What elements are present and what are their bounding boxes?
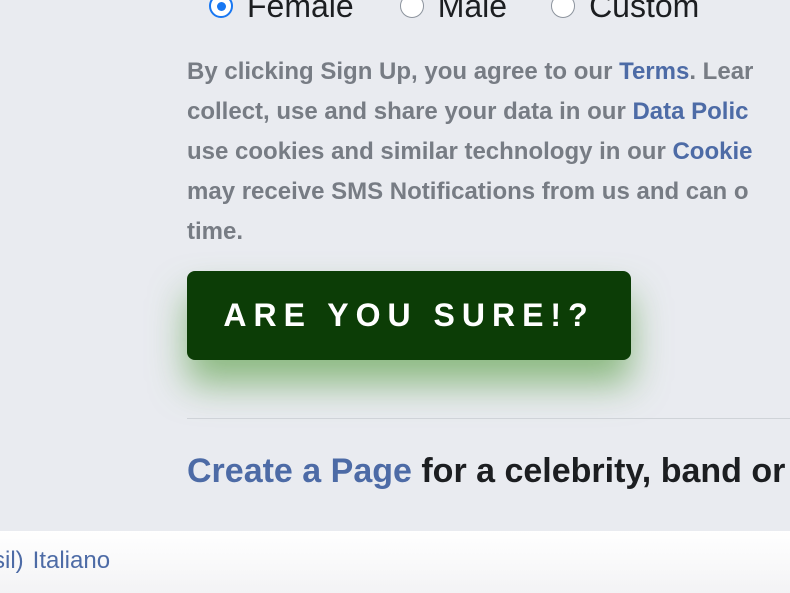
gender-option-male[interactable]: Male — [399, 0, 508, 26]
terms-line-4: may receive SMS Notifications from us an… — [187, 178, 749, 205]
create-page-line: Create a Page for a celebrity, band or — [187, 449, 785, 493]
terms-text: By clicking Sign Up, you agree to our — [187, 58, 620, 85]
terms-text: collect, use and share your data in our — [187, 98, 633, 125]
gender-option-custom[interactable]: Custom — [551, 0, 699, 26]
terms-line-1: By clicking Sign Up, you agree to our Te… — [187, 52, 790, 92]
language-link[interactable]: Italiano — [33, 547, 110, 574]
terms-link[interactable]: Terms — [619, 58, 689, 85]
terms-tail: . Lear — [689, 58, 754, 85]
create-page-text: for a celebrity, band or — [411, 452, 786, 490]
terms-text: use cookies and similar technology in ou… — [187, 138, 673, 165]
terms-line-3: use cookies and similar technology in ou… — [187, 132, 790, 172]
footer: sil) Italiano — [0, 531, 790, 593]
language-link[interactable]: sil) — [0, 547, 24, 574]
cookie-policy-link[interactable]: Cookie — [672, 138, 752, 165]
terms-line-2: collect, use and share your data in our … — [187, 92, 790, 132]
are-you-sure-button[interactable]: ARE YOU SURE!? — [187, 271, 631, 360]
gender-option-female[interactable]: Female — [209, 0, 354, 26]
terms-notice: By clicking Sign Up, you agree to our Te… — [187, 52, 790, 252]
male-radio[interactable] — [399, 0, 424, 18]
custom-label: Custom — [589, 0, 700, 24]
female-label: Female — [247, 0, 354, 24]
data-policy-link[interactable]: Data Polic — [632, 98, 748, 125]
terms-line-5: time. — [187, 218, 244, 245]
male-label: Male — [437, 0, 508, 24]
language-list: sil) Italiano — [0, 545, 119, 577]
gender-radio-group: Female Male Custom — [209, 0, 699, 26]
custom-radio[interactable] — [551, 0, 576, 18]
divider — [187, 418, 790, 419]
signup-page: Female Male Custom By clicking Sign Up, … — [0, 0, 790, 593]
female-radio[interactable] — [209, 0, 233, 18]
create-page-link[interactable]: Create a Page — [187, 452, 412, 490]
